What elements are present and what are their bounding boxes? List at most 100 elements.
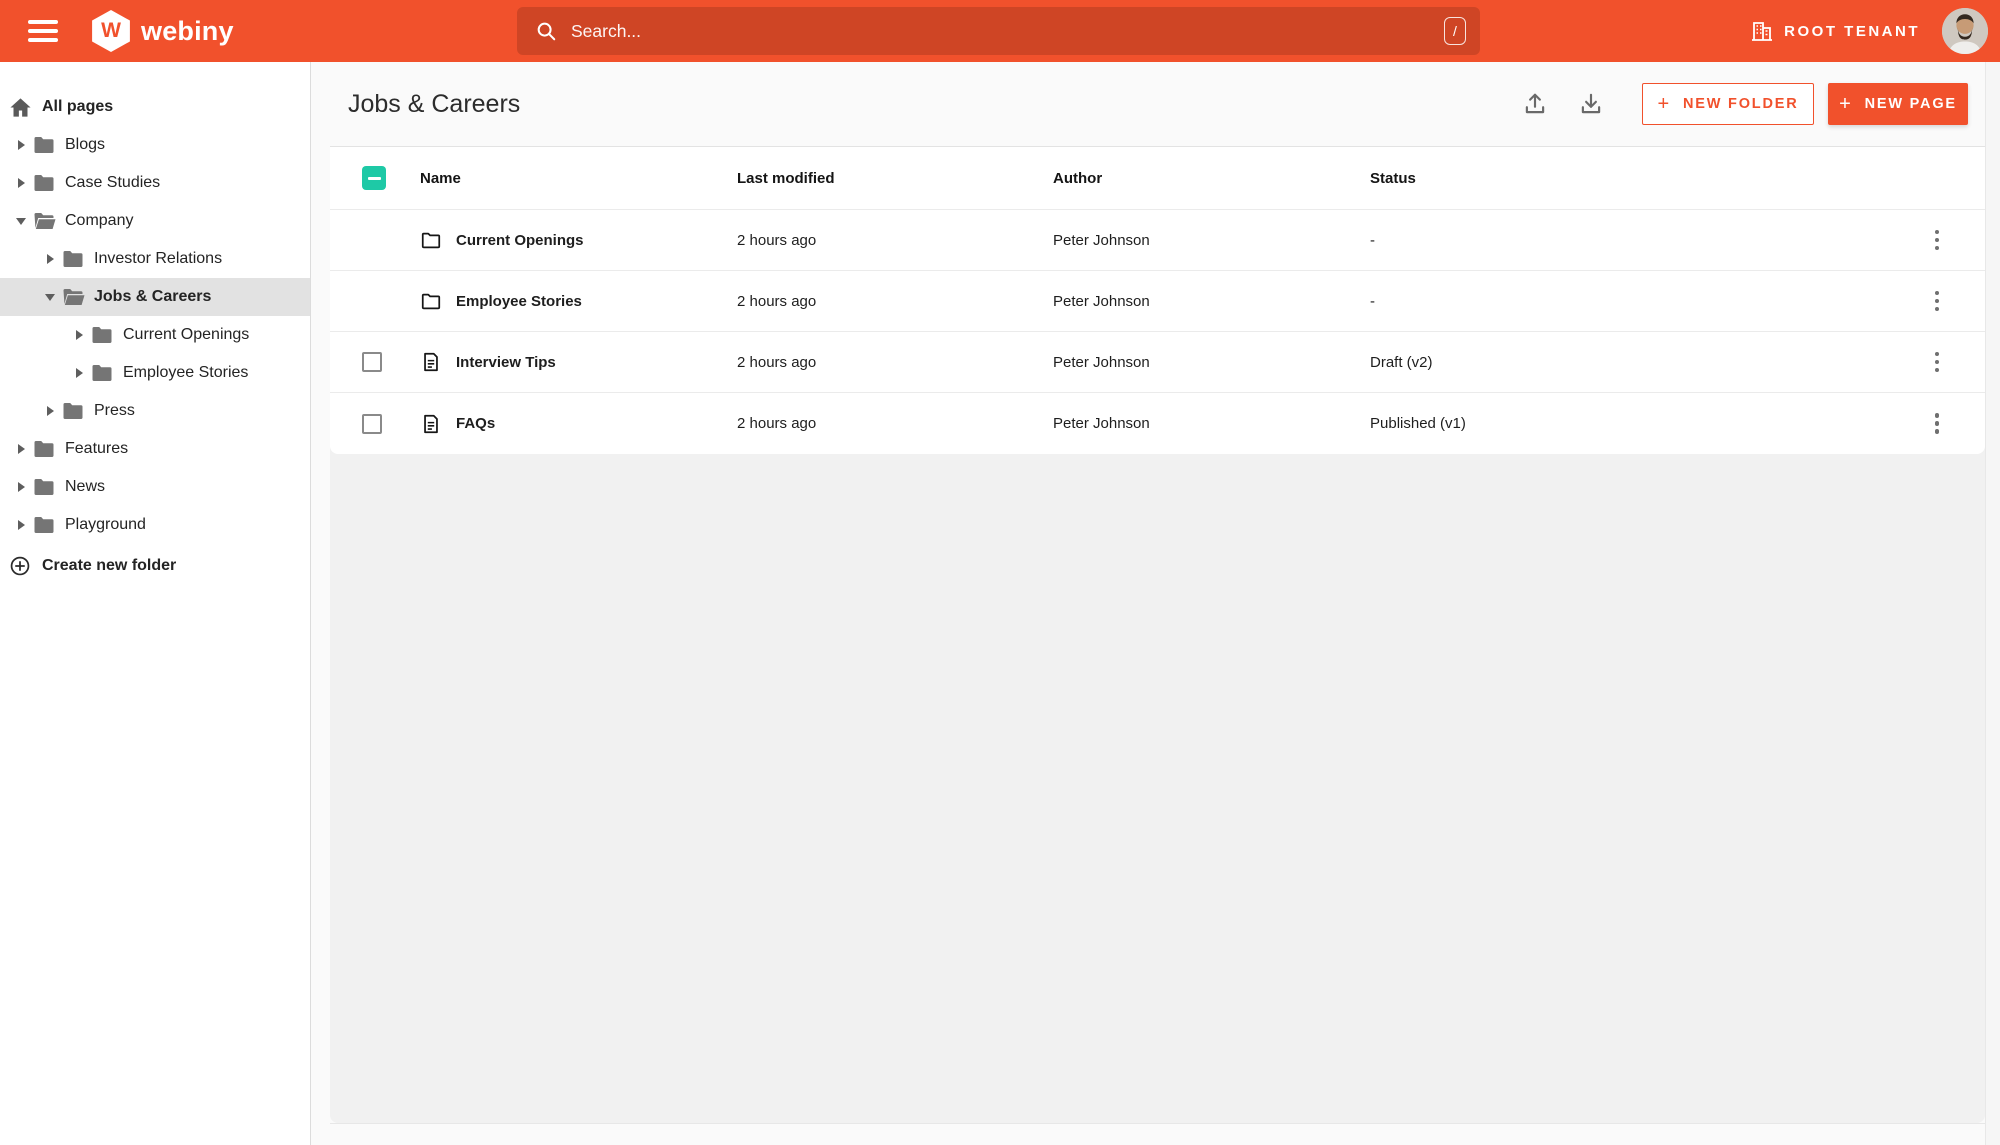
plus-icon: + — [1657, 93, 1671, 115]
sidebar-item-current-openings[interactable]: Current Openings — [0, 316, 310, 354]
import-upload-button[interactable] — [1514, 83, 1556, 125]
folder-icon — [32, 513, 56, 537]
row-actions-menu-button[interactable] — [1929, 285, 1946, 318]
folder-open-icon — [32, 209, 56, 233]
chevron-right-icon — [10, 444, 32, 454]
table-row[interactable]: Current Openings 2 hours ago Peter Johns… — [330, 210, 1985, 271]
sidebar-item-blogs[interactable]: Blogs — [0, 126, 310, 164]
create-new-folder-label: Create new folder — [42, 557, 177, 574]
sidebar-item-company[interactable]: Company — [0, 202, 310, 240]
sidebar-item-label: Features — [65, 440, 129, 457]
upload-icon — [1525, 93, 1545, 114]
sidebar-item-label: Blogs — [65, 136, 106, 153]
table-row[interactable]: Employee Stories 2 hours ago Peter Johns… — [330, 271, 1985, 332]
row-checkbox[interactable] — [362, 413, 382, 434]
row-checkbox[interactable] — [362, 352, 382, 372]
table-row[interactable]: FAQs 2 hours ago Peter Johnson Published… — [330, 393, 1985, 454]
sidebar-item-news[interactable]: News — [0, 468, 310, 506]
row-actions-menu-button[interactable] — [1929, 224, 1946, 257]
chevron-right-icon — [68, 330, 90, 340]
tenant-label: ROOT TENANT — [1784, 22, 1920, 40]
top-bar: W webiny / ROOT TENANT — [0, 0, 2000, 62]
row-actions-menu-button[interactable] — [1929, 407, 1946, 440]
folder-icon — [90, 323, 114, 347]
document-icon — [424, 352, 438, 372]
chevron-right-icon — [10, 178, 32, 188]
chevron-down-icon — [39, 293, 61, 301]
export-download-button[interactable] — [1570, 83, 1612, 125]
folder-icon — [61, 399, 85, 423]
row-author: Peter Johnson — [1053, 292, 1150, 310]
column-header-status: Status — [1370, 169, 1416, 187]
folder-icon — [61, 247, 85, 271]
document-icon — [424, 414, 438, 433]
row-name: Employee Stories — [456, 292, 582, 310]
table-row[interactable]: Interview Tips 2 hours ago Peter Johnson… — [330, 332, 1985, 393]
home-icon — [9, 96, 33, 119]
search-input[interactable] — [571, 20, 1444, 42]
new-page-button-label: NEW PAGE — [1864, 96, 1957, 112]
row-status: Published (v1) — [1370, 415, 1466, 432]
sidebar-item-jobs-careers[interactable]: Jobs & Careers — [0, 278, 310, 316]
user-avatar[interactable] — [1942, 8, 1988, 54]
sidebar-item-label: Company — [65, 212, 134, 229]
sidebar-item-label: Current Openings — [123, 326, 250, 343]
row-status: - — [1370, 292, 1375, 310]
folder-icon — [32, 475, 56, 499]
search-icon — [537, 22, 556, 41]
building-icon — [1752, 22, 1773, 41]
row-last-modified: 2 hours ago — [737, 292, 817, 310]
chevron-right-icon — [10, 482, 32, 492]
row-last-modified: 2 hours ago — [737, 231, 817, 249]
hamburger-menu-icon[interactable] — [28, 19, 60, 43]
chevron-down-icon — [10, 217, 32, 225]
pages-table: Name Last modified Author Status Current… — [330, 147, 1985, 1123]
new-folder-button-label: NEW FOLDER — [1683, 96, 1799, 112]
sidebar-item-investor-relations[interactable]: Investor Relations — [0, 240, 310, 278]
sidebar-item-label: News — [65, 478, 106, 495]
sidebar-item-label: All pages — [42, 98, 114, 115]
webiny-hexagon-icon: W — [92, 10, 130, 52]
brand-wordmark: webiny — [141, 15, 234, 46]
select-all-checkbox[interactable] — [362, 166, 386, 190]
column-header-last-modified: Last modified — [737, 169, 835, 187]
row-actions-menu-button[interactable] — [1929, 346, 1946, 379]
chevron-right-icon — [39, 254, 61, 264]
keyboard-shortcut-badge: / — [1444, 17, 1466, 45]
folder-icon — [90, 361, 114, 385]
folder-outline-icon — [421, 293, 441, 310]
row-name: FAQs — [456, 415, 496, 432]
folder-icon — [32, 171, 56, 195]
main-content: Jobs & Careers + NEW FOLDER + NEW PAGE N… — [311, 62, 1985, 1145]
header-actions: + NEW FOLDER + NEW PAGE — [1514, 83, 1985, 125]
sidebar-item-employee-stories[interactable]: Employee Stories — [0, 354, 310, 392]
page-header: Jobs & Careers + NEW FOLDER + NEW PAGE — [330, 62, 1985, 147]
webiny-logo[interactable]: W webiny — [90, 10, 234, 52]
folder-outline-icon — [421, 232, 441, 249]
sidebar-item-label: Press — [94, 402, 135, 419]
new-folder-button[interactable]: + NEW FOLDER — [1642, 83, 1814, 125]
add-circle-icon — [9, 555, 33, 577]
indeterminate-minus-icon — [367, 176, 381, 180]
chevron-right-icon — [10, 140, 32, 150]
row-status: Draft (v2) — [1370, 353, 1433, 371]
new-page-button[interactable]: + NEW PAGE — [1828, 83, 1968, 125]
create-new-folder-button[interactable]: Create new folder — [0, 547, 310, 585]
row-name: Interview Tips — [456, 353, 556, 371]
table-header-row: Name Last modified Author Status — [330, 147, 1985, 210]
chevron-right-icon — [39, 406, 61, 416]
plus-icon: + — [1839, 93, 1853, 115]
sidebar-item-features[interactable]: Features — [0, 430, 310, 468]
chevron-right-icon — [10, 520, 32, 530]
sidebar-item-case-studies[interactable]: Case Studies — [0, 164, 310, 202]
sidebar-item-label: Case Studies — [65, 174, 161, 191]
page-title: Jobs & Careers — [348, 89, 521, 118]
sidebar-item-all-pages[interactable]: All pages — [0, 88, 310, 126]
row-author: Peter Johnson — [1053, 415, 1150, 432]
folder-icon — [32, 133, 56, 157]
tenant-selector[interactable]: ROOT TENANT — [1750, 0, 1920, 62]
app-window: W webiny / ROOT TENANT — [0, 0, 2000, 1145]
sidebar-item-press[interactable]: Press — [0, 392, 310, 430]
row-author: Peter Johnson — [1053, 353, 1150, 371]
sidebar-item-playground[interactable]: Playground — [0, 506, 310, 544]
